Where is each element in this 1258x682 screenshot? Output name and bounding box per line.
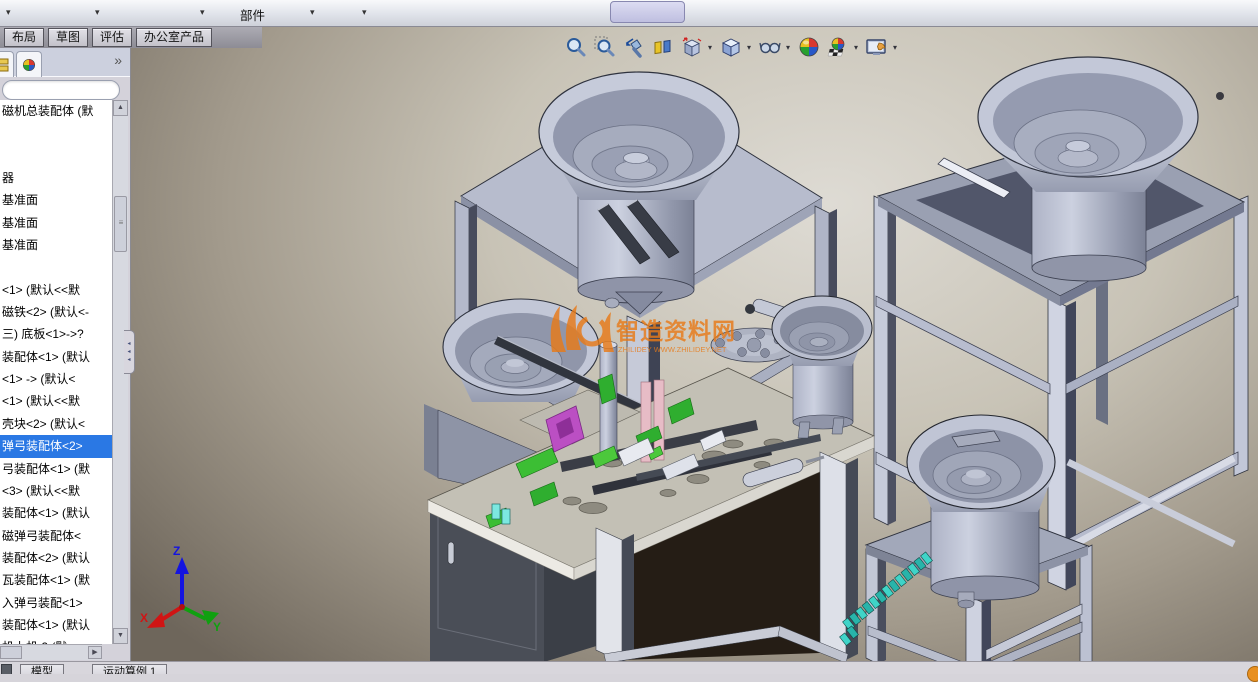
feature-tree-tab[interactable] xyxy=(0,51,14,77)
feature-tree-icon xyxy=(0,58,9,71)
tree-item[interactable]: <1> -> (默认< xyxy=(0,368,112,390)
feature-manager-panel: » 磁机总装配体 (默 器 基准面 基准面 基准面 <1> (默认<<默 磁铁<… xyxy=(0,48,131,663)
panel-overflow-chevron[interactable]: » xyxy=(114,52,122,68)
splitter-arrow: ◂ xyxy=(127,349,131,355)
feature-tree-filter-input[interactable] xyxy=(2,80,120,100)
tree-item[interactable] xyxy=(0,256,112,278)
edit-appearance-icon[interactable] xyxy=(796,34,822,60)
scroll-up-button[interactable]: ▲ xyxy=(113,100,128,116)
viewport-3d[interactable]: 智造资料网 ZHILIDEY WWW.ZHILIDEY.NET Z X Y xyxy=(0,26,1258,662)
help-badge[interactable] xyxy=(1247,666,1258,682)
tab-layout[interactable]: 布局 xyxy=(4,28,45,47)
panel-splitter-handle[interactable]: ◂ ◂ ◂ xyxy=(124,330,135,374)
watermark-subtext: ZHILIDEY WWW.ZHILIDEY.NET xyxy=(618,345,727,354)
tree-item[interactable] xyxy=(0,122,112,144)
component-menu-label[interactable]: 部件 xyxy=(240,5,265,24)
triad-y-label: Y xyxy=(213,620,221,634)
tree-item[interactable]: 基准面 xyxy=(0,212,112,234)
orientation-triad: Z X Y xyxy=(140,544,221,634)
tree-item[interactable]: 器 xyxy=(0,167,112,189)
tab-evaluate[interactable]: 评估 xyxy=(92,28,133,47)
tree-item[interactable]: 弓装配体<1> (默 xyxy=(0,458,112,480)
tree-horizontal-scrollbar[interactable]: ▶ xyxy=(0,644,102,660)
tab-sketch[interactable]: 草图 xyxy=(48,28,89,47)
tree-item[interactable]: 装配体<1> (默认 xyxy=(0,614,112,636)
tree-item[interactable]: 装配体<2> (默认 xyxy=(0,547,112,569)
triad-x-label: X xyxy=(140,611,148,625)
heads-up-toolbar: ▾ ▾ ▾ ▾ ▾ xyxy=(563,33,900,61)
splitter-arrow: ◂ xyxy=(127,357,131,363)
tree-item[interactable]: <1> (默认<<默 xyxy=(0,390,112,412)
tree-item[interactable]: 壳块<2> (默认< xyxy=(0,413,112,435)
menubar: ▾ ▾ ▾ 部件 ▾ ▾ xyxy=(0,0,1258,27)
hide-show-items-icon[interactable] xyxy=(757,34,783,60)
tree-item[interactable]: 三) 底板<1>->? xyxy=(0,323,112,345)
splitter-arrow: ◂ xyxy=(127,341,131,347)
tree-item[interactable] xyxy=(0,145,112,167)
graphics-area[interactable]: 智造资料网 ZHILIDEY WWW.ZHILIDEY.NET Z X Y xyxy=(0,26,1258,662)
active-flyout-button[interactable] xyxy=(610,1,685,23)
view-orientation-icon[interactable] xyxy=(679,34,705,60)
hide-show-items-dropdown[interactable]: ▾ xyxy=(786,43,793,52)
tree-item[interactable]: <3> (默认<<默 xyxy=(0,480,112,502)
tree-item[interactable]: 磁弹弓装配体< xyxy=(0,525,112,547)
tab-office-products[interactable]: 办公室产品 xyxy=(136,28,213,47)
panel-tab-strip: » xyxy=(0,48,130,77)
apply-scene-dropdown[interactable]: ▾ xyxy=(854,43,861,52)
tree-item[interactable]: 机上机 2 (默 xyxy=(0,636,112,644)
toolbar-dropdown-1[interactable]: ▾ xyxy=(6,7,11,17)
commandmanager-tabs: 布局 草图 评估 办公室产品 xyxy=(0,26,262,48)
scroll-down-button[interactable]: ▼ xyxy=(113,628,128,644)
watermark-text: 智造资料网 xyxy=(616,318,736,344)
tree-item[interactable]: 瓦装配体<1> (默 xyxy=(0,569,112,591)
tree-item[interactable]: <1> (默认<<默 xyxy=(0,279,112,301)
tree-item[interactable]: 磁铁<2> (默认<- xyxy=(0,301,112,323)
feature-tree: 磁机总装配体 (默 器 基准面 基准面 基准面 <1> (默认<<默 磁铁<2>… xyxy=(0,100,112,644)
scroll-right-button[interactable]: ▶ xyxy=(88,646,102,659)
horizontal-scroll-thumb[interactable] xyxy=(0,646,22,659)
toolbar-dropdown-3[interactable]: ▾ xyxy=(200,7,205,17)
tree-item[interactable]: 基准面 xyxy=(0,189,112,211)
apply-scene-icon[interactable] xyxy=(825,34,851,60)
tree-item-selected[interactable]: 弹弓装配体<2> xyxy=(0,435,112,458)
previous-view-icon[interactable] xyxy=(621,34,647,60)
appearance-sphere-icon xyxy=(22,58,36,71)
solidworks-window: { "menubar": { "component_label": "部件", … xyxy=(0,0,1258,682)
zoom-to-area-icon[interactable] xyxy=(592,34,618,60)
study-tab-bar: 模型 运动算例 1 xyxy=(0,661,1258,674)
tree-item[interactable]: 磁机总装配体 (默 xyxy=(0,100,112,122)
tree-item[interactable]: 装配体<1> (默认 xyxy=(0,502,112,524)
display-manager-tab[interactable] xyxy=(16,51,42,77)
tree-item[interactable]: 基准面 xyxy=(0,234,112,256)
display-style-dropdown[interactable]: ▾ xyxy=(747,43,754,52)
zoom-to-fit-icon[interactable] xyxy=(563,34,589,60)
toolbar-dropdown-5[interactable]: ▾ xyxy=(362,7,367,17)
view-settings-dropdown[interactable]: ▾ xyxy=(893,43,900,52)
tree-item[interactable]: 入弹弓装配<1> xyxy=(0,592,112,614)
view-settings-icon[interactable] xyxy=(864,34,890,60)
toolbar-dropdown-4[interactable]: ▾ xyxy=(310,7,315,17)
triad-z-label: Z xyxy=(173,544,180,558)
toolbar-dropdown-2[interactable]: ▾ xyxy=(95,7,100,17)
display-style-icon[interactable] xyxy=(718,34,744,60)
vertical-scroll-thumb[interactable]: ≡ xyxy=(114,196,127,252)
section-view-icon[interactable] xyxy=(650,34,676,60)
view-orientation-dropdown[interactable]: ▾ xyxy=(708,43,715,52)
tree-item[interactable]: 装配体<1> (默认 xyxy=(0,346,112,368)
